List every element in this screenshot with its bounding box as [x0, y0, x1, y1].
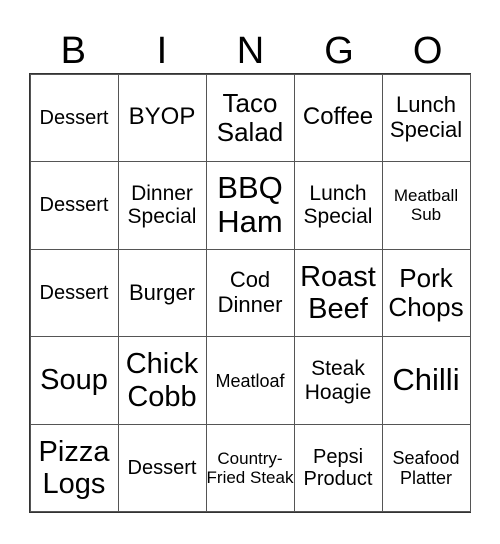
bingo-cell[interactable]: Dessert: [29, 73, 119, 163]
bingo-cell[interactable]: Pizza Logs: [29, 423, 119, 513]
bingo-cell[interactable]: Chilli: [381, 336, 471, 425]
bingo-cell[interactable]: Roast Beef: [293, 248, 383, 338]
header-letter-i: I: [156, 30, 168, 72]
bingo-cell[interactable]: Lunch Special: [381, 73, 471, 163]
bingo-cell[interactable]: Cod Dinner: [205, 248, 295, 338]
bingo-card-grid: Dessert BYOP Taco Salad Coffee Lunch Spe…: [29, 73, 471, 513]
bingo-cell[interactable]: Taco Salad: [205, 73, 295, 163]
bingo-cell[interactable]: Meatloaf: [205, 336, 295, 425]
bingo-cell[interactable]: Country-Fried Steak: [205, 423, 295, 513]
bingo-cell[interactable]: Lunch Special: [293, 161, 383, 250]
bingo-cell[interactable]: Dessert: [117, 423, 207, 513]
bingo-cell[interactable]: Soup: [29, 336, 119, 425]
bingo-cell[interactable]: Dessert: [29, 161, 119, 250]
bingo-cell[interactable]: Chick Cobb: [117, 336, 207, 425]
bingo-header: B I N G O: [29, 30, 472, 73]
bingo-cell[interactable]: BYOP: [117, 73, 207, 163]
bingo-cell[interactable]: Coffee: [293, 73, 383, 163]
bingo-cell[interactable]: Meatball Sub: [381, 161, 471, 250]
header-letter-o: O: [412, 30, 443, 72]
bingo-cell[interactable]: Steak Hoagie: [293, 336, 383, 425]
bingo-cell[interactable]: Burger: [117, 248, 207, 338]
bingo-cell[interactable]: Dessert: [29, 248, 119, 338]
bingo-cell[interactable]: BBQ Ham: [205, 161, 295, 250]
bingo-cell[interactable]: Pork Chops: [381, 248, 471, 338]
header-letter-n: N: [236, 30, 265, 72]
header-letter-b: B: [60, 30, 86, 72]
header-letter-g: G: [324, 30, 354, 72]
bingo-cell[interactable]: Pepsi Product: [293, 423, 383, 513]
bingo-cell[interactable]: Dinner Special: [117, 161, 207, 250]
bingo-cell[interactable]: Seafood Platter: [381, 423, 471, 513]
